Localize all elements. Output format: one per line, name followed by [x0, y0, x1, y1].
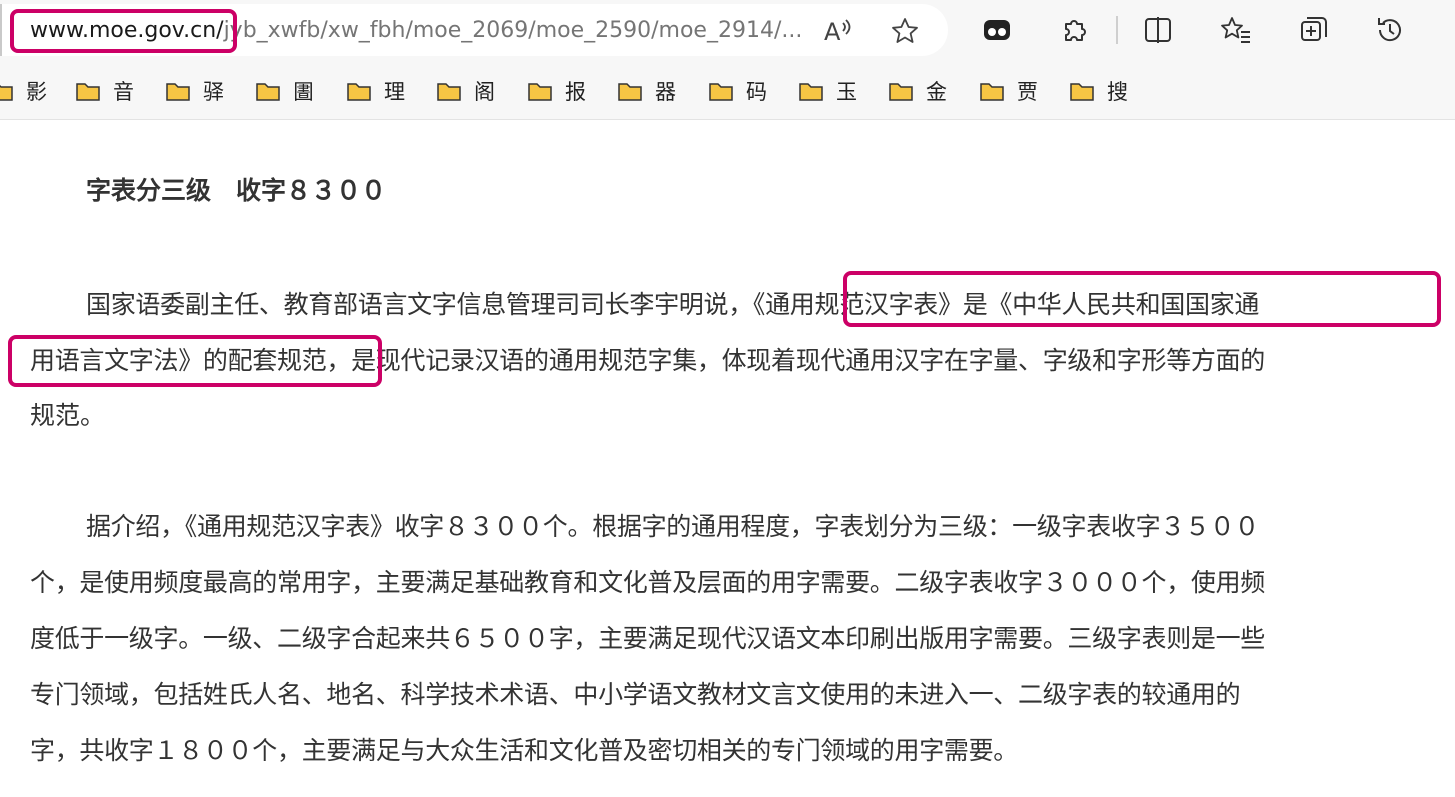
bookmark-label: 影 [26, 80, 47, 104]
folder-icon [980, 83, 1004, 101]
folder-icon [347, 83, 371, 101]
bookmark-label: 器 [655, 80, 676, 104]
collections-icon[interactable] [1296, 13, 1332, 47]
history-icon[interactable] [1372, 13, 1408, 47]
bookmark-label: 驿 [203, 80, 224, 104]
games-icon[interactable] [980, 14, 1014, 46]
bookmark-folder[interactable]: 贾 [979, 77, 1038, 105]
bookmark-folder[interactable]: 报 [527, 77, 586, 105]
paragraph-2-line-4: 专门领域，包括姓氏人名、地名、科学技术术语、中小学语文教材文言文使用的未进入一、… [30, 680, 1241, 709]
bookmark-label: 理 [384, 80, 405, 104]
bookmark-label: 报 [565, 80, 586, 104]
folder-icon [76, 83, 100, 101]
text-highlight-box [8, 335, 382, 387]
url-highlight-box [10, 9, 237, 53]
bookmark-folder[interactable]: 驿 [165, 77, 224, 105]
favorites-icon[interactable] [1218, 13, 1254, 47]
folder-icon [799, 83, 823, 101]
bookmark-label: 玉 [836, 80, 857, 104]
article-content: 字表分三级 收字８３００ 国家语委副主任、教育部语言文字信息管理司司长李宇明说，… [0, 121, 1455, 797]
folder-icon [437, 83, 461, 101]
bookmark-folder[interactable]: 音 [75, 77, 134, 105]
bookmark-folder[interactable]: 器 [617, 77, 676, 105]
bookmark-label: 音 [113, 80, 134, 104]
paragraph-1-line-3: 规范。 [30, 401, 106, 430]
folder-icon [889, 83, 913, 101]
bookmark-folder[interactable]: 金 [888, 77, 947, 105]
text-highlight-box [843, 271, 1441, 327]
bookmark-folder[interactable]: 圕 [255, 77, 314, 105]
bookmark-folder[interactable]: 玉 [798, 77, 857, 105]
bookmark-label: 圕 [293, 80, 314, 104]
bookmark-label: 搜 [1107, 80, 1128, 104]
folder-icon [0, 84, 13, 101]
favorite-star-icon[interactable] [888, 15, 922, 47]
bookmark-label: 贾 [1017, 80, 1038, 104]
bookmark-folder[interactable]: 阁 [436, 77, 495, 105]
bookmark-folder[interactable]: 码 [708, 77, 767, 105]
folder-icon [618, 83, 642, 101]
paragraph-2-line-2: 个，是使用频度最高的常用字，主要满足基础教育和文化普及层面的用字需要。二级字表收… [30, 568, 1266, 597]
read-aloud-icon[interactable]: A [822, 16, 854, 46]
bookmark-folder[interactable]: 影 [0, 77, 47, 105]
bookmarks-bar: 影 音 驿 圕 理 阁 报 器 码 玉 金 贾 搜 [0, 62, 1455, 120]
paragraph-2-line-5: 字，共收字１８００个，主要满足与大众生活和文化普及密切相关的专门领域的用字需要。 [30, 736, 1019, 765]
paragraph-2-line-1: 据介绍，《通用规范汉字表》收字８３００个。根据字的通用程度，字表划分为三级：一级… [86, 512, 1260, 541]
browser-toolbar: www.moe.gov.cn/jyb_xwfb/xw_fbh/moe_2069/… [0, 0, 1455, 62]
bookmark-label: 金 [926, 80, 947, 104]
toolbar-divider [1116, 16, 1118, 44]
extensions-icon[interactable] [1058, 13, 1092, 47]
folder-icon [1070, 83, 1094, 101]
paragraph-2-line-3: 度低于一级字。一级、二级字合起来共６５００字，主要满足现代汉语文本印刷出版用字需… [30, 624, 1266, 653]
bookmark-label: 码 [746, 80, 767, 104]
article-heading: 字表分三级 收字８３００ [86, 176, 387, 205]
folder-icon [528, 83, 552, 101]
svg-text:A: A [824, 18, 841, 45]
folder-icon [709, 83, 733, 101]
url-path: jyb_xwfb/xw_fbh/moe_2069/moe_2590/moe_29… [223, 18, 803, 43]
bookmark-label: 阁 [474, 80, 495, 104]
bookmark-folder[interactable]: 搜 [1069, 77, 1128, 105]
folder-icon [166, 83, 190, 101]
split-screen-icon[interactable] [1141, 13, 1175, 47]
bookmark-folder[interactable]: 理 [346, 77, 405, 105]
folder-icon [256, 83, 280, 101]
